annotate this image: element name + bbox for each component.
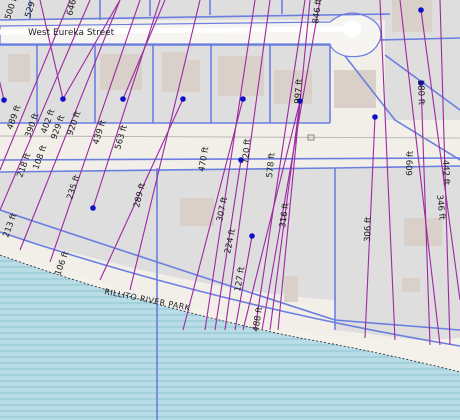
address-point	[240, 96, 246, 102]
distance-label: 306 ft	[363, 216, 374, 242]
map-canvas[interactable]: West Eureka Street RILLITO RIVER PARK 50…	[0, 0, 460, 420]
address-point	[90, 205, 96, 211]
distance-label: 442 ft	[440, 160, 451, 186]
street-label: West Eureka Street	[28, 28, 115, 38]
map-view[interactable]: West Eureka Street RILLITO RIVER PARK 50…	[0, 0, 460, 420]
distance-label: 609 ft	[405, 150, 416, 176]
distance-label: 580 ft	[415, 80, 426, 106]
address-point	[60, 96, 66, 102]
address-point	[1, 97, 7, 103]
address-point	[249, 233, 255, 239]
address-point	[180, 96, 186, 102]
address-point	[372, 114, 378, 120]
address-point	[120, 96, 126, 102]
address-point	[418, 7, 424, 13]
